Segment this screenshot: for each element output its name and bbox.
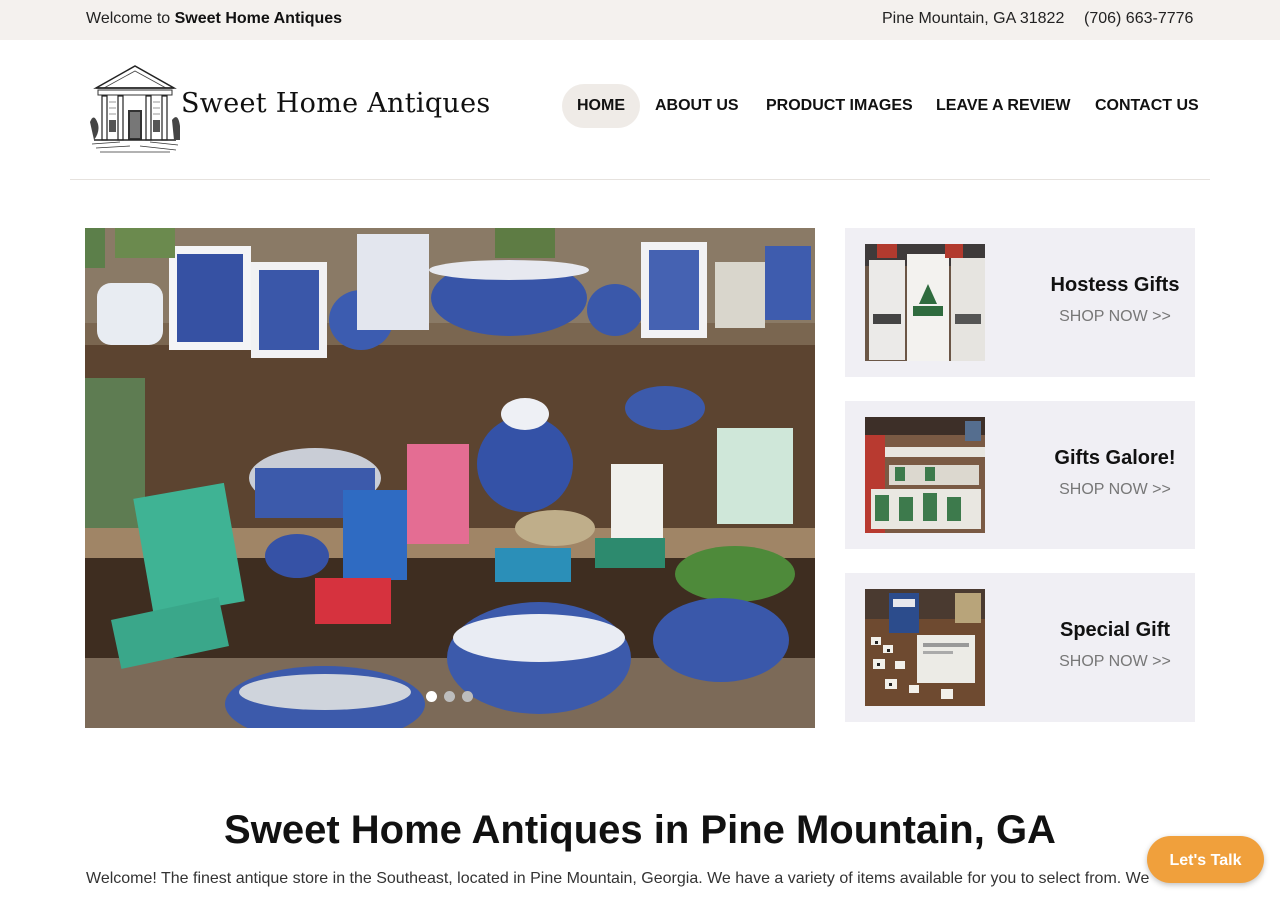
top-bar: Welcome to Sweet Home Antiques Pine Moun… [0, 0, 1280, 40]
intro-paragraph: Welcome! The finest antique store in the… [86, 870, 1150, 887]
brand-name[interactable]: Sweet Home Antiques [181, 88, 491, 119]
store-address: Pine Mountain, GA 31822 [882, 10, 1065, 27]
welcome-prefix: Welcome to [86, 10, 175, 27]
hostess-gifts-image [865, 244, 985, 361]
shop-now-link[interactable]: SHOP NOW >> [1035, 308, 1195, 326]
slider-dot-3[interactable] [462, 691, 473, 702]
promo-card-special-gift[interactable]: Special Gift SHOP NOW >> [845, 573, 1195, 722]
gifts-galore-image [865, 417, 985, 533]
nav-item-about-us[interactable]: ABOUT US [655, 84, 739, 128]
hero-slide-image [85, 228, 815, 728]
nav-item-contact-us[interactable]: CONTACT US [1095, 84, 1199, 128]
shop-now-link[interactable]: SHOP NOW >> [1035, 481, 1195, 499]
store-phone-link[interactable]: (706) 663-7776 [1084, 10, 1193, 28]
welcome-store-name: Sweet Home Antiques [174, 10, 343, 27]
page-heading: Sweet Home Antiques in Pine Mountain, GA [224, 808, 1056, 852]
nav-item-leave-a-review[interactable]: LEAVE A REVIEW [936, 84, 1071, 128]
nav-item-home[interactable]: HOME [562, 84, 640, 128]
hero-slider[interactable] [85, 228, 815, 728]
promo-title: Gifts Galore! [1054, 447, 1176, 469]
promo-title: Special Gift [1059, 619, 1171, 641]
special-gift-image [865, 589, 985, 706]
house-sketch-icon[interactable] [90, 62, 180, 156]
lets-talk-chat-button[interactable]: Let's Talk [1147, 836, 1264, 883]
shop-now-link[interactable]: SHOP NOW >> [1035, 653, 1195, 671]
nav-item-product-images[interactable]: PRODUCT IMAGES [766, 84, 913, 128]
header-divider [70, 179, 1210, 180]
welcome-text: Welcome to Sweet Home Antiques [86, 10, 342, 28]
slider-dot-1[interactable] [426, 691, 437, 702]
slider-dot-2[interactable] [444, 691, 455, 702]
promo-card-gifts-galore[interactable]: Gifts Galore! SHOP NOW >> [845, 401, 1195, 549]
promo-title: Hostess Gifts [1050, 274, 1180, 296]
promo-card-hostess-gifts[interactable]: Hostess Gifts SHOP NOW >> [845, 228, 1195, 377]
